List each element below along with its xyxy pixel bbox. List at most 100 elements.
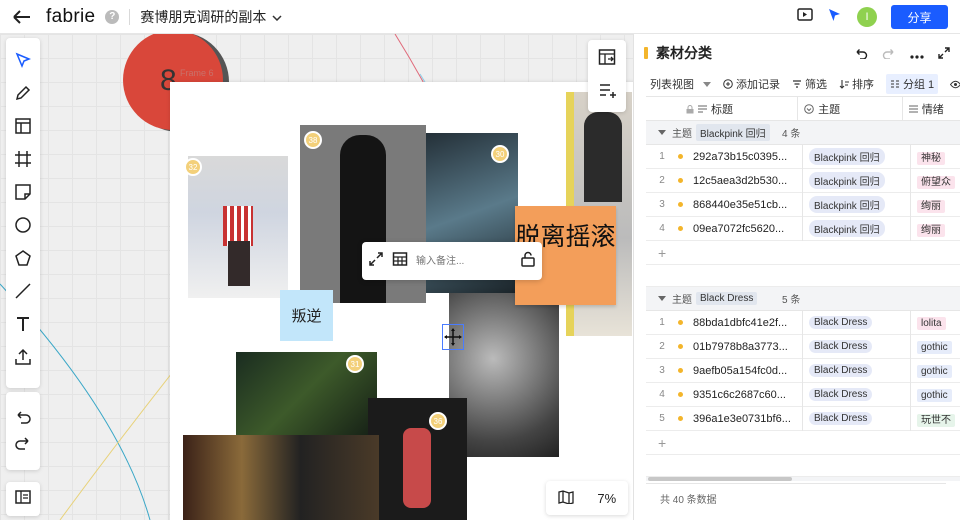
sort-button[interactable]: 排序 bbox=[839, 76, 874, 92]
status-dot bbox=[678, 320, 683, 325]
chevron-down-icon[interactable] bbox=[272, 8, 282, 26]
column-label: 主题 bbox=[818, 104, 841, 116]
table-row[interactable]: 1 292a73b15c0395... Blackpink 回归 神秘 bbox=[646, 144, 960, 169]
table-row[interactable]: 4 9351c6c2687c60... Black Dress gothic bbox=[646, 382, 960, 407]
sidebar-icon[interactable] bbox=[15, 489, 31, 509]
document-title[interactable]: 赛博朋克调研的副本 bbox=[140, 7, 266, 27]
select-tool-icon[interactable] bbox=[11, 48, 35, 71]
table-row[interactable]: 2 12c5aea3d2b530... Blackpink 回归 俯望众 bbox=[646, 168, 960, 193]
row-title[interactable]: 9aefb05a154fc0d... bbox=[693, 358, 803, 383]
group-name: Blackpink 回归 bbox=[696, 124, 770, 141]
column-header-theme[interactable]: 主题 bbox=[798, 97, 903, 121]
layout-tool-icon[interactable] bbox=[11, 114, 35, 137]
table-row[interactable]: 4 09ea7072fc5620... Blackpink 回归 绚丽 bbox=[646, 216, 960, 241]
row-number: 5 bbox=[659, 413, 665, 424]
layout-panel-icon[interactable] bbox=[598, 48, 616, 71]
hide-button[interactable]: 隐 bbox=[950, 76, 960, 92]
row-title[interactable]: 292a73b15c0395... bbox=[693, 144, 803, 169]
help-icon[interactable]: ? bbox=[105, 9, 120, 24]
pen-tool-icon[interactable] bbox=[11, 81, 35, 104]
filter-label: 筛选 bbox=[805, 79, 827, 91]
row-number: 2 bbox=[659, 341, 665, 352]
filter-icon bbox=[793, 80, 801, 88]
circle-tool-icon[interactable] bbox=[11, 213, 35, 236]
back-arrow-icon[interactable] bbox=[12, 7, 32, 27]
image-card[interactable] bbox=[183, 435, 379, 520]
row-title[interactable]: 868440e35e51cb... bbox=[693, 192, 803, 217]
filter-button[interactable]: 筛选 bbox=[792, 76, 827, 92]
text-tool-icon[interactable] bbox=[11, 312, 35, 335]
sticky-note-tool-icon[interactable] bbox=[11, 180, 35, 203]
table-row[interactable]: 3 9aefb05a154fc0d... Black Dress gothic bbox=[646, 358, 960, 383]
group-button[interactable]: 分组 1 bbox=[886, 74, 939, 94]
badge-count: 36 bbox=[429, 412, 447, 430]
status-dot bbox=[678, 202, 683, 207]
add-list-icon[interactable] bbox=[598, 81, 616, 104]
add-row-button[interactable]: + bbox=[646, 241, 960, 265]
add-record-button[interactable]: 添加记录 bbox=[723, 76, 780, 92]
polygon-tool-icon[interactable] bbox=[11, 246, 35, 269]
selection-box[interactable] bbox=[442, 324, 464, 350]
share-button[interactable]: 分享 bbox=[891, 5, 948, 29]
row-title[interactable]: 01b7978b8a3773... bbox=[693, 334, 803, 359]
add-record-label: 添加记录 bbox=[736, 79, 780, 91]
add-row-button[interactable]: + bbox=[646, 431, 960, 455]
table-row[interactable]: 3 868440e35e51cb... Blackpink 回归 绚丽 bbox=[646, 192, 960, 217]
frame-tool-icon[interactable] bbox=[11, 147, 35, 170]
table-icon[interactable] bbox=[392, 251, 408, 272]
row-title[interactable]: 9351c6c2687c60... bbox=[693, 382, 803, 407]
row-title[interactable]: 09ea7072fc5620... bbox=[693, 216, 803, 241]
table-header: 标题 主题 情绪 bbox=[646, 97, 960, 121]
view-selector[interactable]: 列表视图 bbox=[650, 76, 711, 92]
collapse-caret-icon[interactable] bbox=[658, 295, 666, 302]
unlock-icon[interactable] bbox=[520, 251, 536, 272]
note-input[interactable] bbox=[416, 248, 512, 274]
expand-icon[interactable] bbox=[938, 46, 950, 64]
group-header[interactable]: 主题 Black Dress 5 条 bbox=[646, 287, 960, 311]
redo-icon[interactable] bbox=[882, 46, 896, 64]
theme-tag: Blackpink 回归 bbox=[809, 196, 885, 213]
redo-icon[interactable] bbox=[14, 437, 32, 451]
undo-icon[interactable] bbox=[854, 46, 868, 64]
image-card[interactable] bbox=[368, 398, 467, 520]
whiteboard-canvas[interactable]: 8 Frame 6 32 38 30 31 36 脱离摇滚 叛逆 输入备注...… bbox=[0, 34, 633, 520]
view-label: 列表视图 bbox=[650, 79, 694, 91]
text-field-icon bbox=[698, 105, 707, 113]
avatar[interactable]: I bbox=[857, 7, 877, 27]
line-tool-icon[interactable] bbox=[11, 279, 35, 302]
table-row[interactable]: 1 88bda1dbfc41e2f... Black Dress lolita bbox=[646, 310, 960, 335]
column-label: 情绪 bbox=[921, 104, 944, 116]
element-toolbar bbox=[362, 242, 542, 280]
theme-tag: Black Dress bbox=[809, 340, 873, 353]
map-icon[interactable] bbox=[558, 489, 574, 507]
sort-icon bbox=[839, 80, 849, 89]
column-header-title[interactable]: 标题 bbox=[646, 97, 799, 121]
mood-tag: 绚丽 bbox=[917, 224, 945, 237]
plus-circle-icon bbox=[723, 79, 733, 89]
undo-icon[interactable] bbox=[14, 411, 32, 425]
cursor-follow-icon[interactable] bbox=[827, 7, 843, 28]
group-header[interactable]: 主题 Blackpink 回归 4 条 bbox=[646, 121, 960, 145]
image-card[interactable] bbox=[188, 156, 288, 298]
collapse-caret-icon[interactable] bbox=[658, 129, 666, 136]
sticky-note[interactable]: 叛逆 bbox=[280, 290, 333, 341]
column-header-mood[interactable]: 情绪 bbox=[903, 97, 960, 121]
app-logo[interactable]: fabrie bbox=[46, 6, 95, 28]
group-prefix: 主题 bbox=[672, 129, 692, 140]
status-dot bbox=[678, 226, 683, 231]
theme-tag: Black Dress bbox=[809, 316, 873, 329]
more-icon[interactable] bbox=[910, 46, 924, 64]
row-title[interactable]: 88bda1dbfc41e2f... bbox=[693, 310, 803, 335]
expand-icon[interactable] bbox=[368, 251, 384, 272]
table-row[interactable]: 2 01b7978b8a3773... Black Dress gothic bbox=[646, 334, 960, 359]
present-icon[interactable] bbox=[797, 8, 813, 26]
zoom-level[interactable]: 7% bbox=[597, 491, 616, 506]
row-title[interactable]: 396a1e3e0731bf6... bbox=[693, 406, 803, 431]
upload-tool-icon[interactable] bbox=[11, 345, 35, 368]
row-number: 1 bbox=[659, 317, 665, 328]
row-title[interactable]: 12c5aea3d2b530... bbox=[693, 168, 803, 193]
horizontal-scrollbar[interactable] bbox=[648, 477, 792, 481]
panel-toggle[interactable] bbox=[6, 482, 40, 516]
table-row[interactable]: 5 396a1e3e0731bf6... Black Dress 玩世不 bbox=[646, 406, 960, 431]
theme-tag: Blackpink 回归 bbox=[809, 220, 885, 237]
